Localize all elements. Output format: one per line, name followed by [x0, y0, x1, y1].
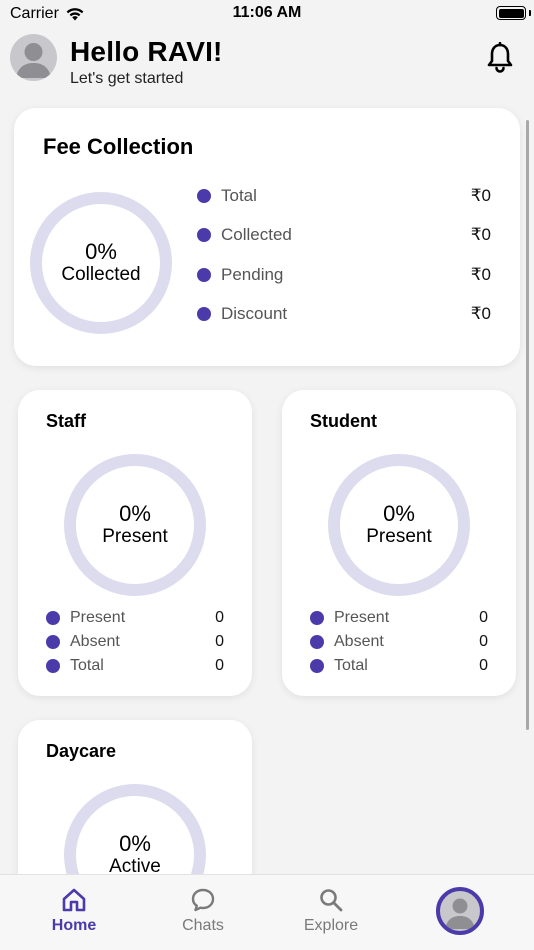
greeting-subtitle: Let's get started: [70, 70, 184, 87]
legend-dot: [197, 307, 211, 321]
legend-dot: [197, 189, 211, 203]
tab-label: Home: [51, 917, 97, 934]
legend-label: Discount: [221, 304, 288, 323]
legend-dot: [46, 635, 60, 649]
fee-legend-pending: Pending ₹0: [197, 265, 491, 285]
fee-collection-percent-label: Collected: [61, 264, 141, 286]
legend-dot: [197, 228, 211, 242]
fee-collection-card[interactable]: Fee Collection 0% Collected Total ₹0 Col…: [14, 108, 520, 366]
legend-value: ₹0: [470, 304, 491, 323]
legend-label: Pending: [221, 265, 284, 284]
student-title: Student: [310, 411, 377, 431]
legend-value: 0: [479, 633, 488, 650]
tab-label: Chats: [182, 917, 224, 934]
clock: 11:06 AM: [232, 4, 302, 21]
staff-percent: 0%: [119, 500, 151, 526]
fee-legend-total: Total ₹0: [197, 186, 491, 206]
staff-percent-label: Present: [102, 526, 168, 548]
legend-value: 0: [215, 609, 224, 626]
search-icon: [320, 889, 343, 912]
status-bar: Carrier 11:06 AM: [0, 0, 534, 28]
tab-explore[interactable]: Explore: [276, 875, 386, 945]
legend-value: ₹0: [470, 225, 491, 244]
legend-value: ₹0: [470, 265, 491, 284]
legend-label: Absent: [334, 633, 384, 650]
staff-legend-present: Present 0: [46, 609, 224, 627]
legend-dot: [46, 611, 60, 625]
student-legend-present: Present 0: [310, 609, 488, 627]
legend-label: Collected: [221, 225, 292, 244]
greeting-title: Hello RAVI!: [70, 36, 223, 67]
legend-dot: [310, 635, 324, 649]
fee-collection-title: Fee Collection: [43, 134, 194, 159]
legend-value: 0: [479, 609, 488, 626]
staff-legend-total: Total 0: [46, 657, 224, 675]
legend-value: 0: [215, 657, 224, 674]
student-legend-absent: Absent 0: [310, 633, 488, 651]
daycare-percent: 0%: [119, 830, 151, 856]
user-avatar-icon[interactable]: [10, 34, 57, 81]
home-icon: [62, 888, 86, 912]
tab-home[interactable]: Home: [19, 875, 129, 945]
legend-label: Total: [70, 657, 104, 674]
student-percent-label: Present: [366, 526, 432, 548]
legend-label: Present: [70, 609, 126, 626]
battery-icon: [496, 6, 526, 20]
fee-legend-discount: Discount ₹0: [197, 304, 491, 324]
staff-card[interactable]: Staff 0% Present Present 0 Absent 0 Tota…: [18, 390, 252, 696]
student-card[interactable]: Student 0% Present Present 0 Absent 0 To…: [282, 390, 516, 696]
tab-chats[interactable]: Chats: [148, 875, 258, 945]
student-legend-total: Total 0: [310, 657, 488, 675]
chat-bubble-icon: [191, 888, 215, 912]
profile-avatar-icon[interactable]: [436, 887, 484, 935]
bell-icon[interactable]: [486, 42, 514, 74]
legend-value: ₹0: [470, 186, 491, 205]
student-ring: 0% Present: [328, 454, 470, 596]
legend-value: 0: [479, 657, 488, 674]
legend-dot: [310, 659, 324, 673]
daycare-title: Daycare: [46, 741, 117, 761]
scrollbar[interactable]: [526, 120, 529, 730]
legend-label: Absent: [70, 633, 120, 650]
staff-legend-absent: Absent 0: [46, 633, 224, 651]
fee-collection-percent: 0%: [85, 238, 117, 264]
legend-label: Total: [221, 186, 257, 205]
legend-label: Present: [334, 609, 390, 626]
fee-collection-ring: 0% Collected: [30, 192, 172, 334]
staff-title: Staff: [46, 411, 86, 431]
legend-dot: [197, 268, 211, 282]
legend-dot: [46, 659, 60, 673]
student-percent: 0%: [383, 500, 415, 526]
tab-bar: Home Chats Explore: [0, 874, 534, 950]
header: Hello RAVI! Let's get started: [0, 28, 534, 94]
battery-tip: [529, 10, 531, 16]
legend-dot: [310, 611, 324, 625]
tab-label: Explore: [303, 917, 359, 934]
fee-legend-collected: Collected ₹0: [197, 225, 491, 245]
staff-ring: 0% Present: [64, 454, 206, 596]
legend-label: Total: [334, 657, 368, 674]
legend-value: 0: [215, 633, 224, 650]
